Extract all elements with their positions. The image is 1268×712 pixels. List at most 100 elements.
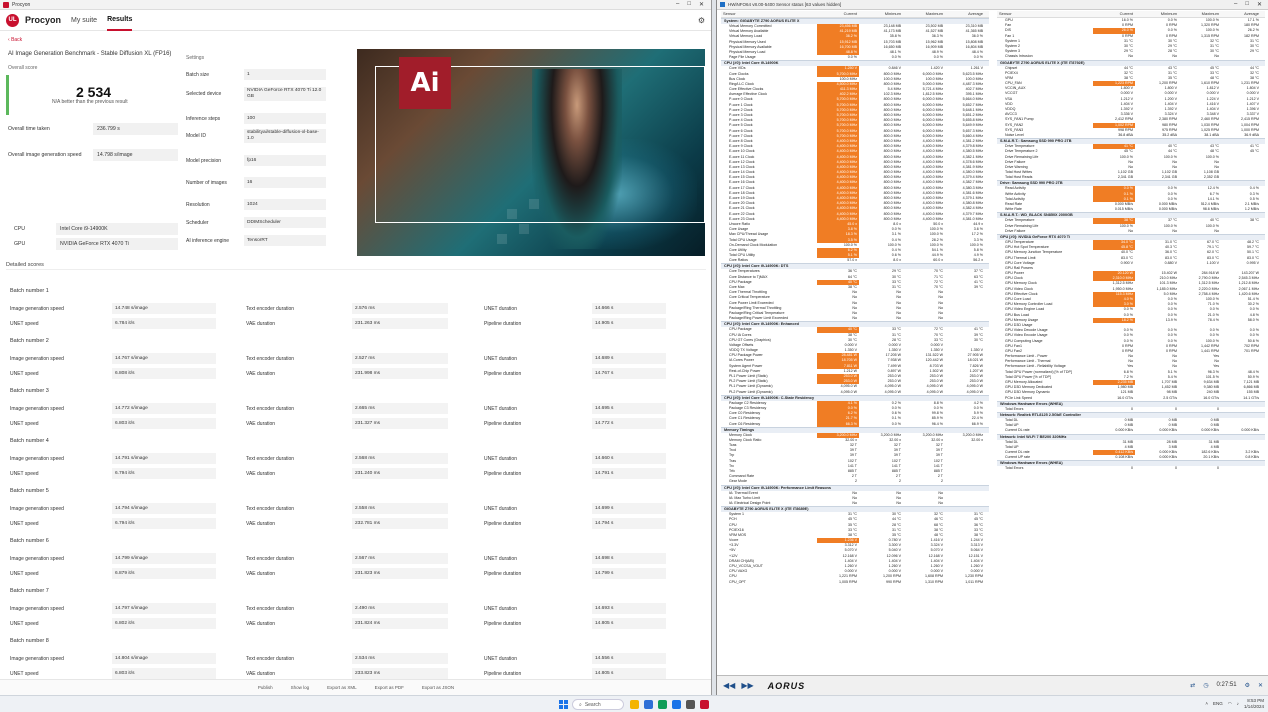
sensor-name: Core C6 Residency: [729, 421, 761, 426]
language-indicator[interactable]: ENG: [1213, 701, 1223, 706]
taskbar-search[interactable]: ⌕ Search: [572, 699, 624, 710]
file-explorer-icon[interactable]: [630, 700, 639, 709]
sensor-value: 66.9 %: [971, 421, 983, 426]
sensor-row[interactable]: PL2 Power Limit (Dynamic) 4,095.0 W 4,095.…: [721, 390, 989, 395]
batch-metric-value: 231.240 ms: [352, 468, 448, 479]
maximize-icon[interactable]: □: [687, 1, 691, 8]
sensor-row[interactable]: Package/Ring Power Limit Exceeded No No No: [721, 316, 989, 321]
batch-cell: UNET speed 6.803 it/s: [10, 418, 216, 429]
batch-metric-label: UNET duration: [484, 455, 517, 462]
system-tray: ˄ ENG ◠ ♪ 8:53 PM 1/14/2024: [1205, 698, 1264, 709]
close-sensors-icon[interactable]: ✕: [1258, 682, 1263, 689]
sensor-column-left[interactable]: Sensor Current Minimum Maximum Average System…: [721, 11, 989, 675]
sensor-name: Total Errors: [1005, 466, 1024, 471]
settings-row: Model ID stabilityai/stable-diffusion-xl-…: [186, 129, 326, 143]
setting-value: NVIDIA GeForce RTX 4070 Ti 12.0 GB: [244, 87, 326, 101]
volume-icon[interactable]: ♪: [1237, 701, 1239, 706]
batch-metric-value: 232.781 ms: [352, 518, 448, 529]
batch-cell: Text encoder duration 2.527 ms: [246, 353, 448, 364]
sensor-row[interactable]: Chassis Intrusion No No No: [997, 54, 1265, 59]
sensor-name: PL2 Power Limit (Dynamic): [729, 389, 773, 394]
taskbar-clock[interactable]: 8:53 PM 1/14/2024: [1244, 698, 1264, 709]
nav-right-icon[interactable]: ▶▶: [741, 681, 753, 690]
chevron-up-icon[interactable]: ˄: [1205, 701, 1208, 706]
column-header-current[interactable]: Current: [1093, 11, 1135, 17]
maximize-icon[interactable]: □: [1245, 1, 1249, 8]
hwinfo-taskbar-icon[interactable]: [686, 700, 695, 709]
start-button[interactable]: [559, 700, 568, 709]
store-icon[interactable]: [644, 700, 653, 709]
sensor-value: [945, 479, 985, 484]
sensor-row[interactable]: Current DL rate 0.000 KB/s 0.000 KB/s 0.000…: [997, 428, 1265, 433]
sensor-row[interactable]: Gear Mode 2 2 2: [721, 479, 989, 484]
setting-value: 1024: [244, 199, 326, 210]
sensor-row[interactable]: Page File Usage 0.0 % 0.0 % 0.0 % 0.0 %: [721, 55, 989, 60]
wifi-icon[interactable]: ◠: [1228, 701, 1232, 707]
column-header-maximum[interactable]: Maximum: [903, 11, 945, 17]
publish-button[interactable]: Publish: [258, 685, 273, 690]
sensor-row[interactable]: Total Host Reads 2,341 GB 2,341 GB 2,352 GB: [997, 175, 1265, 180]
export-pdf-button[interactable]: Export as PDF: [375, 685, 404, 690]
procyon-taskbar-icon[interactable]: [700, 700, 709, 709]
back-link[interactable]: ‹ Back: [8, 37, 22, 43]
sensor-row[interactable]: Core C6 Residency 66.3 % 0.0 % 96.4 % 66.9 %: [721, 421, 989, 427]
nav-left-icon[interactable]: ◀◀: [723, 681, 735, 690]
overall-speed-value: 14.798 s/image: [93, 149, 178, 161]
sensor-row[interactable]: Total Errors 0 0 0: [997, 407, 1265, 412]
procyon-titlebar[interactable]: Procyon – □ ✕: [0, 0, 711, 10]
batch-metric-value: 14.772 s/image: [112, 403, 216, 414]
sensor-row[interactable]: PCIe Link Speed 16.0 GT/s 2.5 GT/s 16.0 GT/…: [997, 396, 1265, 401]
sensor-value: 0.000 KB/s: [1115, 428, 1133, 433]
sensor-row[interactable]: Write Rate 0.015 MB/s 0.000 MB/s 98.6 MB/s 1…: [997, 207, 1265, 212]
batch-metric-label: Text encoder duration: [246, 355, 295, 362]
column-header-sensor[interactable]: Sensor: [997, 11, 1093, 17]
minimize-icon[interactable]: –: [1234, 1, 1237, 8]
browser-icon[interactable]: [658, 700, 667, 709]
column-header-average[interactable]: Average: [945, 11, 985, 17]
edge-icon[interactable]: [672, 700, 681, 709]
settings-row: Model precision fp16: [186, 155, 326, 166]
hwinfo-footer-tools: ⇄ ◷ 0:27:51 ⚙ ✕: [1190, 682, 1263, 689]
sensor-row[interactable]: Drive Failure No No No: [997, 229, 1265, 234]
hwinfo-titlebar[interactable]: HWiNFO64 v8.00-5400 Sensor status [63 va…: [717, 0, 1268, 10]
column-header-minimum[interactable]: Minimum: [859, 11, 903, 17]
batch-list: Batch number 1 Image generation speed 14.7…: [6, 282, 706, 682]
batch-row: UNET speed 6.803 it/s VAE duration 233.823 …: [10, 668, 704, 679]
nav-results[interactable]: Results: [107, 10, 133, 31]
sensor-row[interactable]: Noise Level 36.8 dBA 35.2 dBA 38.1 dBA 36.9 …: [997, 133, 1265, 138]
batch-metric-value: 6.784 it/s: [112, 318, 216, 329]
close-icon[interactable]: ✕: [1257, 1, 1262, 8]
sensor-column-right[interactable]: Sensor Current Minimum Maximum Average GPU 16.…: [997, 11, 1265, 675]
batch-metric-value: 14.805 s: [592, 668, 666, 679]
sensor-row[interactable]: IA: Electrical Design Point No No No: [721, 501, 989, 506]
sensor-row[interactable]: Core Ratios 57.0 x 8.0 x 60.0 x 56.2 x: [721, 258, 989, 263]
cpu-row: CPU Intel Core i9-14900K: [8, 223, 178, 235]
overall-speed-label: Overall image generation speed: [8, 152, 82, 158]
hwinfo-title: HWiNFO64 v8.00-5400 Sensor status [63 va…: [728, 2, 842, 7]
gear-icon[interactable]: ⚙: [698, 16, 705, 25]
sensor-row[interactable]: Current UP rate 0.108 KB/s 0.000 KB/s 20.1 …: [997, 455, 1265, 460]
sensor-value: No: [1214, 54, 1219, 59]
batch-metric-label: Pipeline duration: [484, 420, 522, 427]
batch-card: Batch number 6 Image generation speed 14.7…: [6, 532, 706, 582]
close-icon[interactable]: ✕: [699, 1, 704, 8]
export-xml-button[interactable]: Export as XML: [327, 685, 357, 690]
show-log-button[interactable]: Show log: [291, 685, 310, 690]
sensor-row[interactable]: Total Errors 0 0 0: [997, 466, 1265, 471]
settings-row: Selected device NVIDIA GeForce RTX 4070 T…: [186, 87, 326, 101]
column-header-current[interactable]: Current: [817, 11, 859, 17]
nav-my-suite[interactable]: My suite: [71, 11, 97, 30]
batch-metric-value: 231.327 ms: [352, 418, 448, 429]
column-header-maximum[interactable]: Maximum: [1179, 11, 1221, 17]
sensor-name: Current DL rate: [1005, 428, 1030, 433]
column-header-minimum[interactable]: Minimum: [1135, 11, 1179, 17]
sensor-row[interactable]: CPU_OPT 1,005 RPM 990 RPM 1,310 RPM 1,011 RP…: [721, 580, 989, 585]
network-icon[interactable]: ⇄: [1190, 682, 1195, 689]
batch-metric-label: VAE duration: [246, 470, 276, 477]
settings-icon[interactable]: ⚙: [1245, 682, 1250, 689]
export-json-button[interactable]: Export as JSON: [422, 685, 454, 690]
column-header-sensor[interactable]: Sensor: [721, 11, 817, 17]
minimize-icon[interactable]: –: [676, 1, 679, 8]
column-header-average[interactable]: Average: [1221, 11, 1261, 17]
batch-metric-value: 14.689 s: [592, 353, 666, 364]
